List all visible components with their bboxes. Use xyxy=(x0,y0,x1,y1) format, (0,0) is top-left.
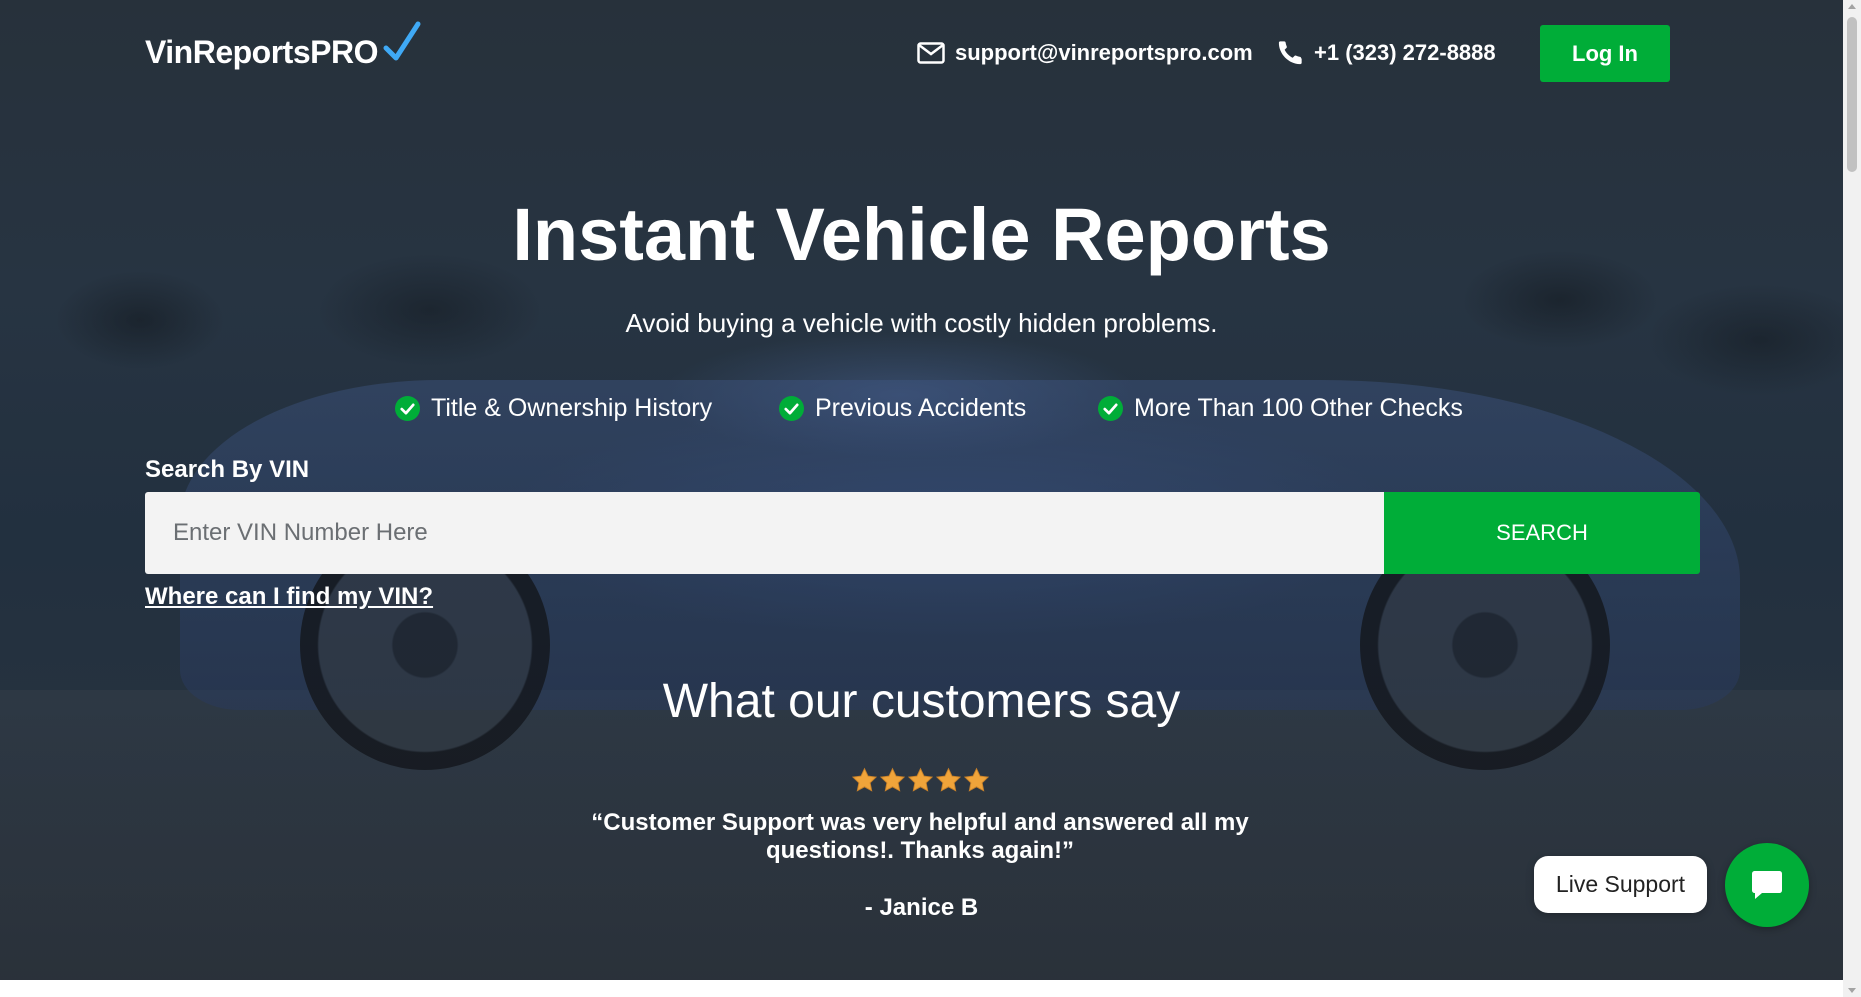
header-email[interactable]: support@vinreportspro.com xyxy=(917,38,1253,68)
vertical-scrollbar[interactable] xyxy=(1843,0,1861,997)
feature-label: Title & Ownership History xyxy=(431,394,713,422)
header-phone-text[interactable]: +1 (323) 272-8888 xyxy=(1314,40,1496,66)
star-icon xyxy=(963,767,990,792)
live-support-label[interactable]: Live Support xyxy=(1534,856,1707,913)
feature-item: More Than 100 Other Checks xyxy=(1098,394,1463,423)
star-icon xyxy=(879,767,906,792)
scroll-up-arrow-icon[interactable] xyxy=(1848,4,1856,9)
star-icon xyxy=(935,767,962,792)
hero-section: VinReportsPRO support@vinreportspro.com … xyxy=(0,0,1843,980)
page-title: Instant Vehicle Reports xyxy=(512,193,1331,276)
search-button[interactable]: SEARCH xyxy=(1384,492,1700,574)
feature-item: Previous Accidents xyxy=(779,394,1026,423)
chat-bubble-icon xyxy=(1752,871,1782,899)
review-quote: “Customer Support was very helpful and a… xyxy=(591,809,1249,864)
feature-label: Previous Accidents xyxy=(815,394,1027,422)
find-vin-link[interactable]: Where can I find my VIN? xyxy=(145,580,433,614)
site-logo[interactable]: VinReportsPRO xyxy=(145,32,378,72)
star-rating xyxy=(851,767,990,797)
check-circle-icon xyxy=(779,396,804,421)
check-circle-icon xyxy=(1098,396,1123,421)
check-circle-icon xyxy=(395,396,420,421)
vin-search-form: SEARCH xyxy=(145,492,1700,574)
header-email-text[interactable]: support@vinreportspro.com xyxy=(955,40,1253,66)
vin-input[interactable] xyxy=(145,492,1384,574)
vin-search-label: Search By VIN xyxy=(145,456,310,483)
chat-button[interactable] xyxy=(1725,843,1809,927)
star-icon xyxy=(851,767,878,792)
feature-item: Title & Ownership History xyxy=(395,394,712,423)
scrollbar-thumb[interactable] xyxy=(1847,17,1857,172)
header-phone[interactable]: +1 (323) 272-8888 xyxy=(1276,38,1496,68)
scroll-down-arrow-icon[interactable] xyxy=(1848,988,1856,993)
reviews-title: What our customers say xyxy=(662,675,1181,728)
phone-icon xyxy=(1278,41,1302,65)
star-icon xyxy=(907,767,934,792)
feature-label: More Than 100 Other Checks xyxy=(1134,394,1463,422)
envelope-icon xyxy=(917,42,945,64)
login-button[interactable]: Log In xyxy=(1540,25,1670,82)
page-content-below xyxy=(0,980,1843,997)
page-subtitle: Avoid buying a vehicle with costly hidde… xyxy=(625,308,1218,338)
feature-list: Title & Ownership History Previous Accid… xyxy=(0,394,1843,428)
logo-check-icon xyxy=(383,21,421,61)
